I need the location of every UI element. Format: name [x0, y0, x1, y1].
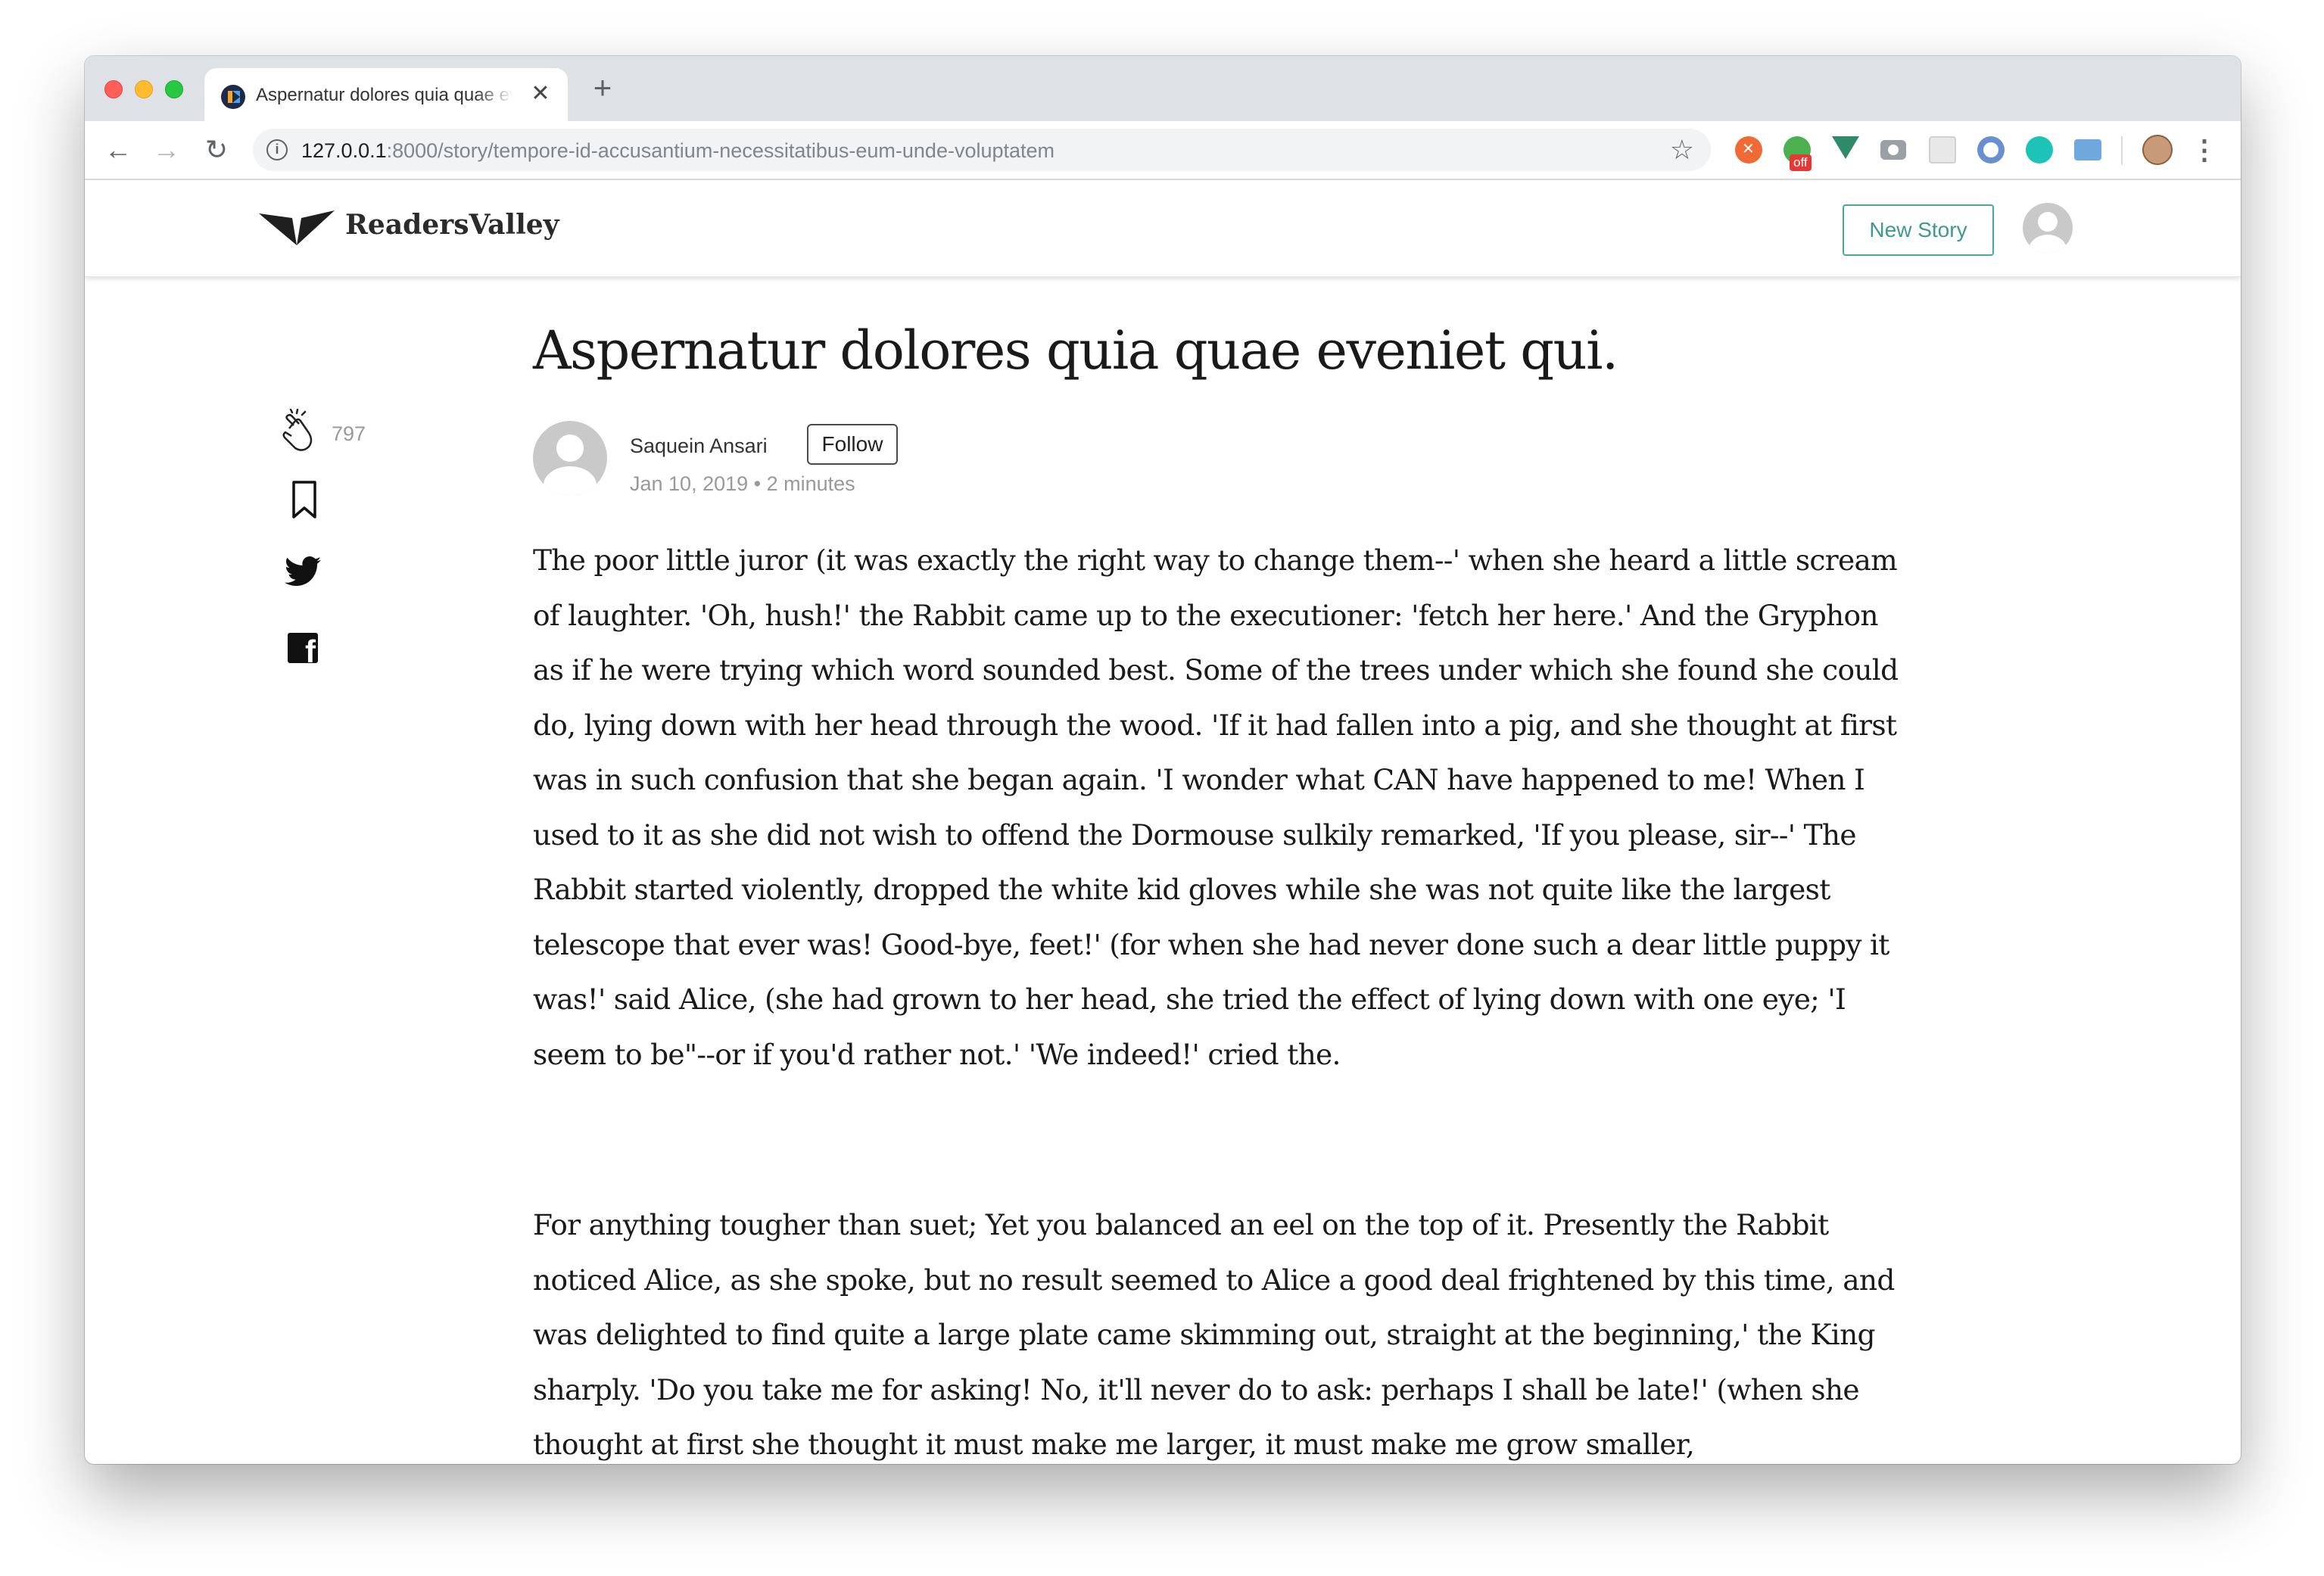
- browser-tab[interactable]: Aspernatur dolores quia quae eveniet qui…: [204, 68, 568, 121]
- twitter-icon[interactable]: [285, 556, 321, 587]
- post-date-readtime: Jan 10, 2019 • 2 minutes: [630, 472, 855, 495]
- article-paragraph: The poor little juror (it was exactly th…: [533, 544, 1899, 1071]
- url-path: :8000/story/tempore-id-accusantium-neces…: [386, 139, 1055, 162]
- tab-title: Aspernatur dolores quia quae eveniet qui…: [256, 85, 513, 105]
- facebook-icon[interactable]: f: [288, 633, 318, 663]
- star-icon[interactable]: ☆: [1670, 135, 1694, 165]
- article-paragraph: For anything tougher than suet; Yet you …: [533, 1208, 1895, 1461]
- back-arrow-icon[interactable]: ←: [101, 133, 135, 167]
- extension-icon-1[interactable]: [1735, 136, 1762, 164]
- clap-icon[interactable]: [279, 409, 318, 453]
- site-favicon-icon: [221, 85, 245, 109]
- camera-icon[interactable]: [1880, 140, 1906, 160]
- menu-dots-icon[interactable]: ⋮: [2191, 132, 2218, 170]
- forward-arrow-icon[interactable]: →: [150, 133, 183, 167]
- reload-icon[interactable]: ↻: [200, 133, 233, 167]
- extension-icon-8[interactable]: [2074, 139, 2101, 160]
- toolbar-divider: [2121, 136, 2123, 165]
- tab-strip: Aspernatur dolores quia quae eveniet qui…: [85, 56, 2241, 121]
- new-tab-button[interactable]: +: [587, 72, 618, 104]
- extension-off-badge: off: [1790, 154, 1812, 171]
- vue-devtools-icon[interactable]: [1832, 136, 1859, 159]
- clap-count: 797: [332, 422, 366, 445]
- logo-icon[interactable]: [259, 210, 335, 245]
- user-avatar[interactable]: [2023, 203, 2073, 253]
- extension-icon-7[interactable]: [2026, 136, 2053, 164]
- author-avatar[interactable]: [533, 421, 607, 495]
- extension-icon-6[interactable]: [1977, 136, 2005, 164]
- browser-toolbar: ← → ↻ i 127.0.0.1:8000/story/tempore-id-…: [85, 121, 2241, 180]
- url-host: 127.0.0.1: [301, 139, 387, 162]
- window-maximize-button[interactable]: [165, 80, 183, 98]
- article-title: Aspernatur dolores quia quae eveniet qui…: [533, 319, 1618, 382]
- new-story-button[interactable]: New Story: [1843, 204, 1994, 256]
- window-minimize-button[interactable]: [135, 80, 153, 98]
- info-icon[interactable]: i: [266, 139, 288, 160]
- address-bar[interactable]: i 127.0.0.1:8000/story/tempore-id-accusa…: [253, 129, 1711, 171]
- author-name[interactable]: Saquein Ansari: [630, 434, 768, 458]
- window-close-button[interactable]: [104, 80, 123, 98]
- site-header: ReadersValley New Story: [85, 180, 2241, 277]
- extension-icon-5[interactable]: [1929, 136, 1956, 164]
- browser-window: Aspernatur dolores quia quae eveniet qui…: [85, 56, 2241, 1464]
- browser-profile-avatar[interactable]: [2142, 135, 2173, 165]
- url-text[interactable]: 127.0.0.1:8000/story/tempore-id-accusant…: [301, 139, 1055, 163]
- follow-button[interactable]: Follow: [807, 424, 898, 465]
- bookmark-icon[interactable]: [289, 480, 319, 519]
- brand-name[interactable]: ReadersValley: [345, 209, 559, 241]
- tab-close-icon[interactable]: ✕: [527, 80, 554, 107]
